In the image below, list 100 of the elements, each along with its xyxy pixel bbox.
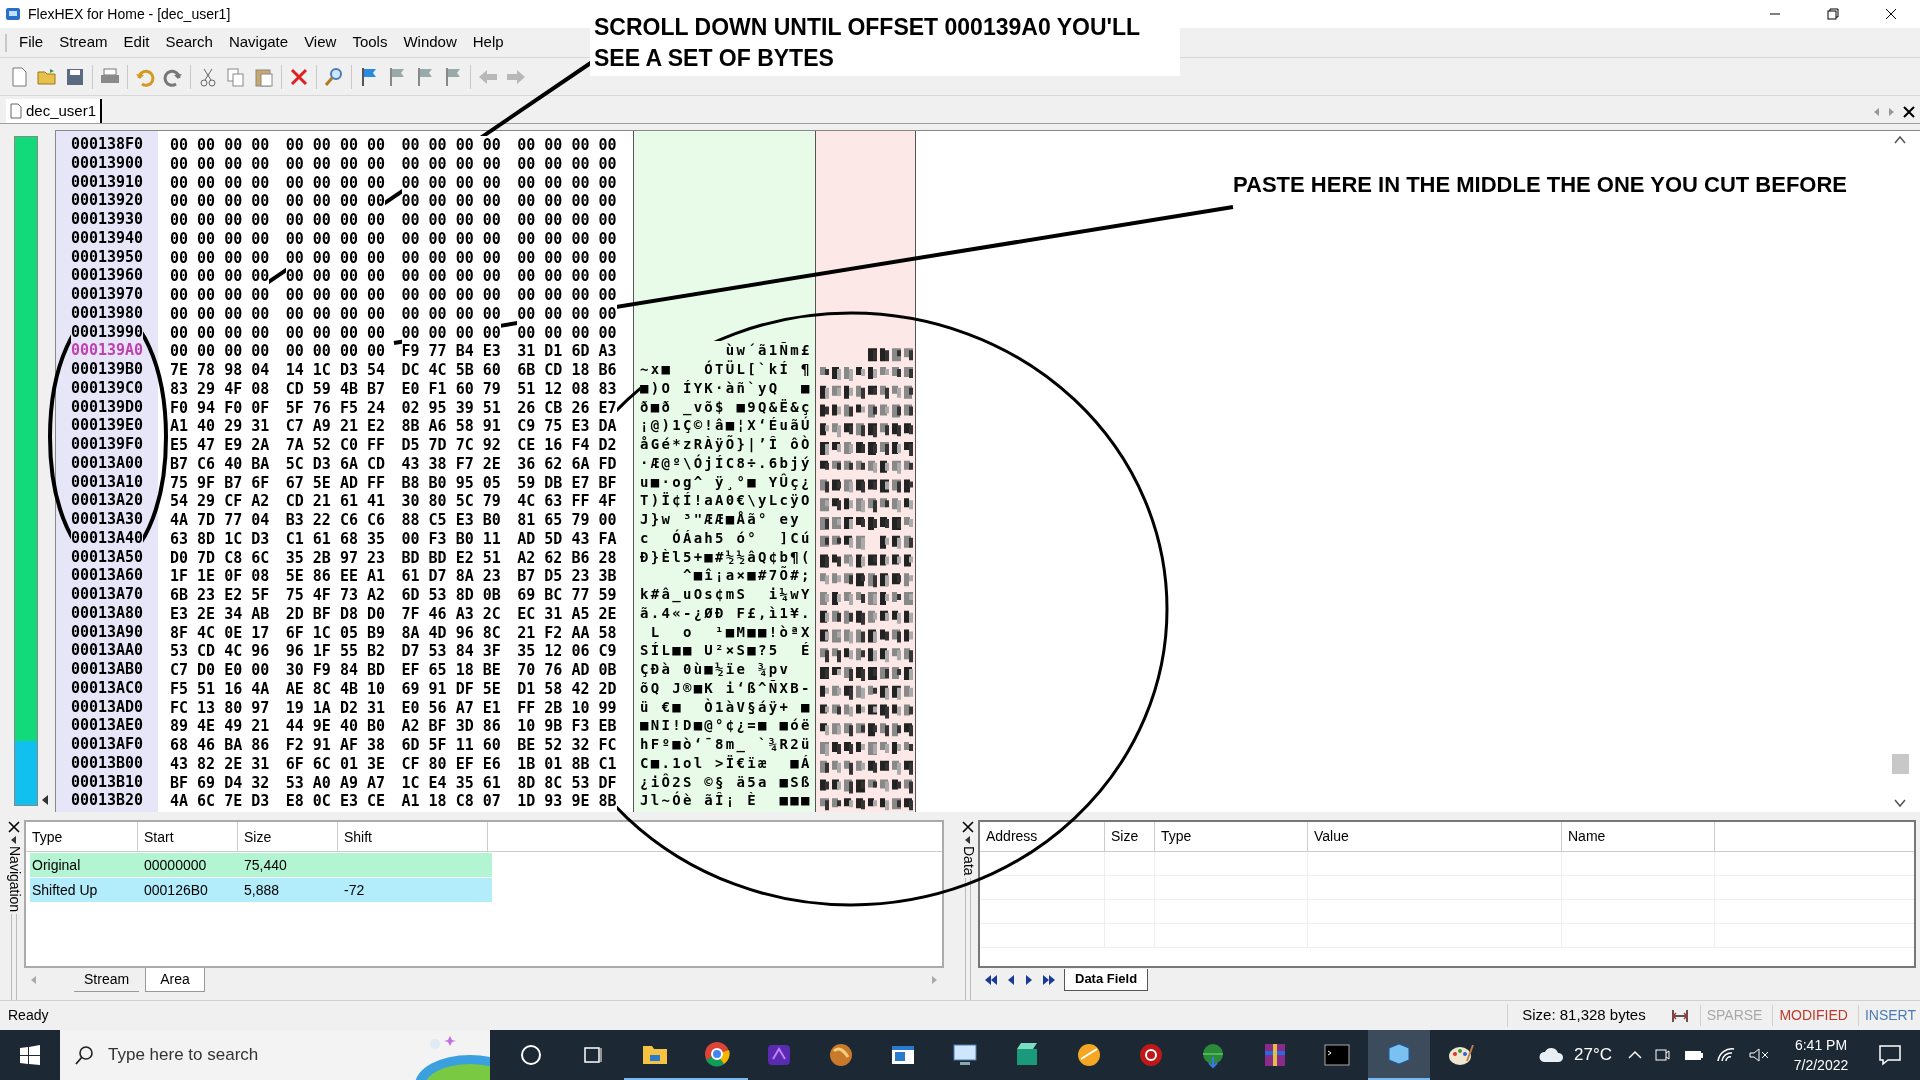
document-tab[interactable]: dec_user1 [6, 99, 103, 123]
column-header[interactable]: Size [1105, 822, 1155, 851]
hex-bytes: B7 D5 23 3B [517, 567, 617, 586]
panel-title: Navigation [5, 846, 24, 913]
column-header[interactable]: Address [980, 822, 1105, 851]
menu-item[interactable]: Search [158, 28, 220, 57]
hex-bytes: 4C 63 FF 4F [517, 492, 617, 511]
notification-icon[interactable] [1878, 1044, 1902, 1066]
menu-item[interactable]: View [297, 28, 344, 57]
hex-bytes: CE 16 F4 D2 [517, 436, 617, 455]
menu-item[interactable]: File [12, 28, 51, 57]
ascii-text: Jl~Óè ãÎ¡ È ■■■ [640, 791, 812, 810]
first-record-icon[interactable] [984, 974, 998, 986]
hex-bytes: 00 00 00 00 [517, 286, 617, 305]
menu-item[interactable]: Help [465, 28, 511, 57]
status-text: Ready [8, 1006, 49, 1025]
column-label: Address [986, 827, 1038, 846]
annotation-note: PASTE HERE IN THE MIDDLE THE ONE YOU CUT BEFORE [1233, 171, 1847, 199]
hex-bytes: 00 00 00 00 [170, 267, 270, 286]
battery-icon[interactable] [1682, 1048, 1704, 1062]
ascii-text: åGé*zRÀÿÕ}|’Î ôÒ [640, 435, 812, 454]
wifi-icon[interactable] [1716, 1047, 1736, 1063]
menu-item[interactable]: Tools [345, 28, 395, 57]
mode-indicator: MODIFIED [1772, 1005, 1848, 1026]
app-icon[interactable] [827, 1041, 855, 1069]
column-label: Value [1314, 827, 1349, 846]
hex-bytes: 00 00 00 00 [401, 136, 501, 155]
ascii-text: ÇÐà 0ù■½ïe ¾pv [640, 660, 791, 679]
menu-item[interactable]: Navigate [221, 28, 296, 57]
panel-tab[interactable]: Data Field [1064, 969, 1149, 991]
menu-item[interactable]: Window [396, 28, 464, 57]
column-header[interactable]: Value [1308, 822, 1562, 851]
column-label: Type [1161, 827, 1192, 846]
hex-bytes: 10 9B F3 EB [517, 717, 617, 736]
column-header[interactable]: Name [1562, 822, 1715, 851]
search-icon[interactable] [323, 65, 345, 88]
app-icon[interactable] [1075, 1041, 1103, 1069]
windows-logo-icon [20, 1045, 40, 1065]
table-cell-text: Original [32, 855, 81, 875]
browser-icon[interactable] [703, 1040, 731, 1068]
ascii-text: ¡@)1Ç©!â■¦X‘ÉuãÚ [640, 416, 812, 435]
hex-bytes: 00 00 00 00 [285, 211, 386, 230]
muted-speaker-icon[interactable] [1748, 1047, 1770, 1063]
cloud-icon[interactable] [1538, 1045, 1566, 1065]
column-header[interactable]: Type [1155, 822, 1308, 851]
hex-bytes: 00 00 00 00 [170, 286, 270, 305]
app-icon[interactable] [1137, 1041, 1165, 1069]
app-icon [4, 5, 22, 23]
table-cell-text: 5,888 [244, 880, 280, 900]
panel-tab[interactable]: Stream [74, 968, 140, 992]
table-row[interactable]: Original 00000000 75,440 [30, 853, 492, 877]
file-size-text: Size: 81,328 bytes [1507, 1004, 1660, 1027]
hex-bytes: BE 52 32 FC [517, 736, 617, 755]
ascii-text: J}w ³"ÆÆ■Åã° ey [640, 510, 801, 529]
scroll-up-icon[interactable] [1894, 135, 1906, 145]
scroll-thumb[interactable] [1891, 754, 1909, 774]
ascii-text: k#â_uOs¢mS i¼wY [640, 585, 812, 604]
camera-icon[interactable] [1654, 1047, 1670, 1063]
collapse-arrow-icon[interactable] [11, 836, 17, 844]
panel-tab[interactable]: Area [145, 968, 205, 992]
table-cell-text: 00000000 [144, 855, 207, 875]
clock[interactable]: 6:41 PM 7/2/2022 [1786, 1035, 1856, 1075]
search-icon [74, 1045, 94, 1065]
chevron-up-icon[interactable] [1628, 1050, 1642, 1060]
ascii-text: T)Ï¢Í!aA0€\yLcÿO [640, 491, 812, 510]
file-icon [10, 103, 22, 119]
date-text: 7/2/2022 [1793, 1056, 1849, 1075]
menu-item[interactable]: Stream [52, 28, 115, 57]
close-icon[interactable] [961, 820, 975, 834]
scroll-down-icon[interactable] [1894, 798, 1906, 808]
temperature-text: 27°C [1574, 1044, 1612, 1067]
hex-bytes: 00 00 00 00 [285, 192, 386, 211]
size-marker-icon [1669, 1007, 1690, 1024]
hex-bytes: C9 75 E3 DA [517, 417, 617, 436]
panel-title: Data [959, 846, 978, 876]
ascii-text: hFº■ò‘¯8m_ `¾R2ü [640, 735, 812, 754]
previous-record-icon[interactable] [1006, 974, 1016, 986]
window-title: FlexHEX for Home - [dec_user1] [28, 4, 231, 24]
column-header[interactable]: Shift [338, 822, 488, 851]
column-header[interactable]: Start [138, 822, 238, 851]
hex-bytes: 81 65 79 00 [517, 511, 617, 530]
mode-indicator: SPARSE [1699, 1005, 1763, 1026]
collapse-arrow-icon[interactable] [965, 836, 971, 844]
last-record-icon[interactable] [1042, 974, 1056, 986]
column-header[interactable]: Size [238, 822, 338, 851]
table-row[interactable]: Shifted Up 000126B0 5,888 -72 [30, 878, 492, 902]
hex-bytes: 70 76 AD 0B [517, 661, 617, 680]
terminal-icon[interactable] [1323, 1041, 1351, 1069]
search-field[interactable]: Type here to search [60, 1030, 490, 1080]
column-label: Name [1568, 827, 1606, 846]
menu-item[interactable]: Edit [116, 28, 157, 57]
mode-indicator: INSERT [1857, 1005, 1916, 1026]
next-record-icon[interactable] [1024, 974, 1034, 986]
ascii-text: ~x■ ÓTÜL[`kÍ ¶ [640, 360, 812, 379]
column-label: Size [1111, 827, 1139, 846]
close-icon[interactable] [7, 820, 21, 834]
time-text: 6:41 PM [1794, 1036, 1848, 1055]
column-header[interactable]: Type [26, 822, 138, 851]
table-cell-text: 75,440 [244, 855, 287, 875]
collapse-arrow-icon[interactable] [41, 794, 49, 806]
